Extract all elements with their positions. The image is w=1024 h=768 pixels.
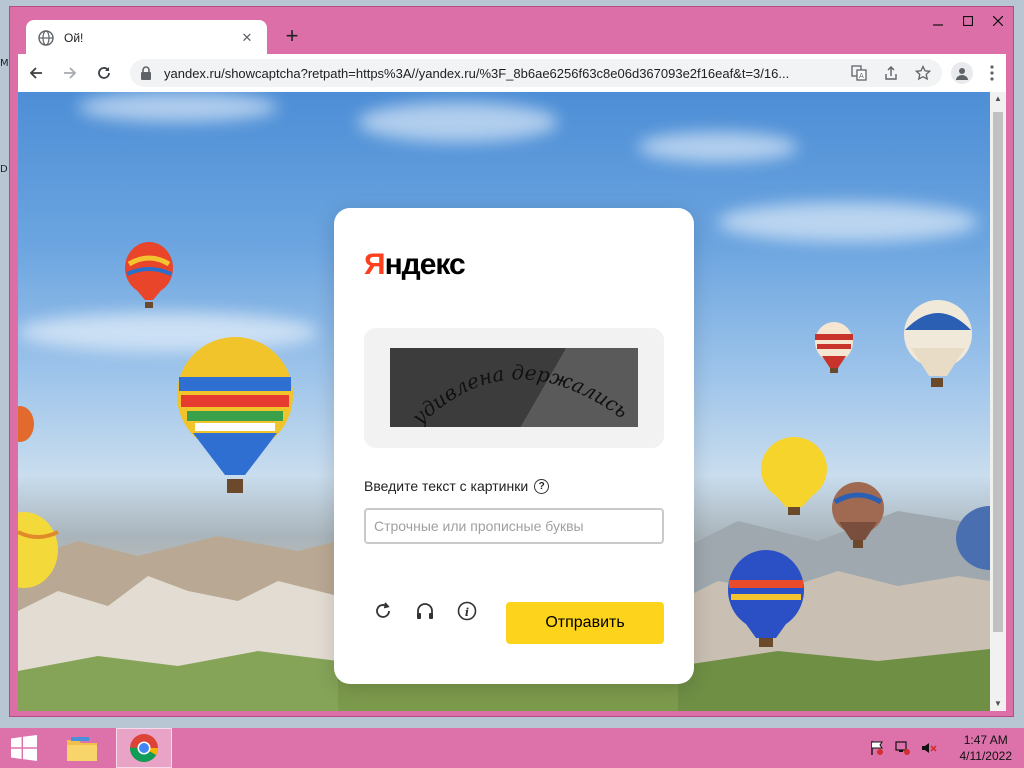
info-icon[interactable]: i <box>456 600 478 622</box>
desktop-icon-label: D <box>0 164 8 175</box>
captcha-input[interactable] <box>364 508 664 544</box>
tab-title: Ой! <box>64 30 84 45</box>
network-icon[interactable] <box>894 739 912 757</box>
captcha-actions: i <box>372 600 478 622</box>
page-content: Яндекс удивлена держались Введите текст … <box>18 92 990 711</box>
forward-button[interactable] <box>54 57 86 89</box>
desktop-icon-label: M <box>0 58 9 69</box>
hot-air-balloon <box>177 337 293 493</box>
title-bar: Ой! ✕ + <box>10 7 1013 55</box>
reload-button[interactable] <box>88 57 120 89</box>
back-button[interactable] <box>20 57 52 89</box>
hot-air-balloon <box>904 300 972 387</box>
help-icon[interactable]: ? <box>534 478 550 494</box>
address-bar[interactable]: yandex.ru/showcaptcha?retpath=https%3A//… <box>130 59 942 87</box>
captcha-text: удивлена держались <box>406 360 633 430</box>
captcha-prompt-label: Введите текст с картинки <box>364 478 529 494</box>
hot-air-balloon <box>956 506 990 570</box>
hot-air-balloon <box>815 322 853 373</box>
minimize-button[interactable] <box>923 7 953 35</box>
scroll-up-icon[interactable]: ▲ <box>990 92 1006 106</box>
window-controls <box>923 7 1013 35</box>
captcha-card: Яндекс удивлена держались Введите текст … <box>334 208 694 684</box>
browser-window: Ой! ✕ + yandex.ru/showcaptcha?retpath=ht… <box>9 6 1014 717</box>
lock-icon[interactable] <box>140 66 154 80</box>
page-scrollbar[interactable]: ▲ ▼ <box>990 92 1006 711</box>
share-icon[interactable] <box>882 64 900 82</box>
file-explorer-taskbar-button[interactable] <box>54 728 110 768</box>
cloud <box>718 202 978 242</box>
yandex-logo[interactable]: Яндекс <box>364 248 466 282</box>
cloud <box>638 132 798 162</box>
cloud <box>78 92 278 122</box>
submit-button[interactable]: Отправить <box>506 602 664 644</box>
hot-air-balloon <box>125 242 173 308</box>
browser-tab[interactable]: Ой! ✕ <box>26 20 267 55</box>
browser-toolbar: yandex.ru/showcaptcha?retpath=https%3A//… <box>18 54 1006 92</box>
action-center-flag-icon[interactable] <box>868 739 886 757</box>
taskbar: 1:47 AM 4/11/2022 <box>0 728 1024 768</box>
url-text[interactable]: yandex.ru/showcaptcha?retpath=https%3A//… <box>164 66 842 81</box>
scrollbar-thumb[interactable] <box>993 112 1003 632</box>
hot-air-balloon <box>761 437 827 515</box>
captcha-container: удивлена держались <box>364 328 664 448</box>
clock-time: 1:47 AM <box>963 733 1008 747</box>
hot-air-balloon <box>18 512 59 588</box>
chrome-taskbar-button[interactable] <box>116 728 172 768</box>
scroll-down-icon[interactable]: ▼ <box>990 697 1006 711</box>
refresh-icon[interactable] <box>372 600 394 622</box>
headphones-icon[interactable] <box>414 600 436 622</box>
profile-avatar[interactable] <box>951 62 973 84</box>
cloud <box>358 102 558 142</box>
hot-air-balloon <box>832 482 884 548</box>
new-tab-button[interactable]: + <box>280 25 304 49</box>
close-window-button[interactable] <box>983 7 1013 35</box>
translate-icon[interactable]: A <box>850 64 868 82</box>
svg-text:A: A <box>859 72 864 80</box>
volume-muted-icon[interactable] <box>920 739 938 757</box>
clock-date: 4/11/2022 <box>959 749 1013 763</box>
system-tray: 1:47 AM 4/11/2022 <box>868 728 1024 768</box>
svg-text:i: i <box>465 606 469 619</box>
captcha-image: удивлена держались <box>390 348 638 430</box>
system-clock[interactable]: 1:47 AM 4/11/2022 <box>960 732 1013 764</box>
svg-text:удивлена держались: удивлена держались <box>406 360 633 427</box>
start-button[interactable] <box>0 728 48 768</box>
tab-close-icon[interactable]: ✕ <box>239 30 255 46</box>
globe-icon <box>38 29 54 46</box>
chrome-icon <box>130 734 158 762</box>
captcha-prompt: Введите текст с картинки ? <box>364 478 550 494</box>
browser-menu-icon[interactable] <box>984 61 1000 85</box>
folder-icon <box>67 737 97 761</box>
bookmark-star-icon[interactable] <box>914 64 932 82</box>
hot-air-balloon <box>18 406 34 442</box>
hot-air-balloon <box>728 550 804 647</box>
maximize-button[interactable] <box>953 7 983 35</box>
